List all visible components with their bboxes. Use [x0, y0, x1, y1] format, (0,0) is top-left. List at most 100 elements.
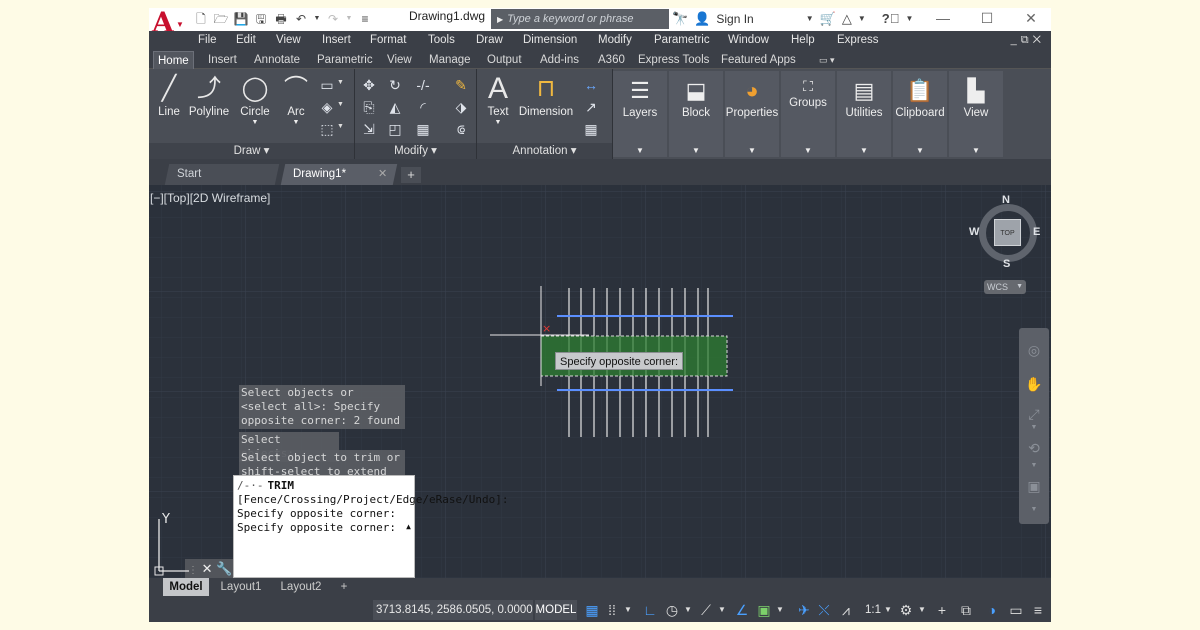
drawing-viewport[interactable]: × [−][Top][2D Wireframe] Specify opposit… [149, 185, 1051, 578]
isolate-objects-icon[interactable]: ⧉ [957, 601, 975, 619]
stretch-icon[interactable]: ⇲ [359, 119, 379, 139]
chevron-down-icon[interactable]: ▼ [337, 101, 344, 108]
chevron-down-icon[interactable]: ▼ [337, 123, 344, 130]
array-icon[interactable]: ▦ [413, 119, 433, 139]
redo-icon[interactable]: ↷ [325, 11, 341, 27]
close-icon[interactable]: ✕ [202, 561, 213, 576]
chevron-down-icon[interactable]: ▼ [717, 601, 727, 619]
hardware-acceleration-icon[interactable]: ◑ [983, 601, 1001, 619]
linear-dim-icon[interactable]: ↔ [581, 75, 601, 95]
wcs-menu-button[interactable]: WCS ▼ [984, 280, 1026, 294]
menu-format[interactable]: Format [370, 31, 406, 49]
annotation-visibility-icon[interactable]: ✈ [795, 601, 813, 619]
customize-qat-icon[interactable]: ≡ [357, 11, 373, 27]
menu-insert[interactable]: Insert [322, 31, 351, 49]
trim-icon[interactable]: -/- [413, 75, 433, 95]
arc-tool[interactable]: ⌒ Arc ▼ [279, 73, 313, 126]
chevron-down-icon[interactable]: ▼ [917, 601, 927, 619]
menu-tools[interactable]: Tools [428, 31, 455, 49]
undo-dropdown-icon[interactable]: ▼ [313, 11, 321, 27]
document-window-controls[interactable]: _⧉✕ [1011, 31, 1045, 49]
chevron-down-icon[interactable]: ▼ [1023, 424, 1045, 431]
menu-view[interactable]: View [276, 31, 301, 49]
snap-mode-icon[interactable]: ⁞⁞ [603, 601, 621, 619]
groups-group[interactable]: ⛶ Groups ▼ [781, 71, 835, 157]
menu-window[interactable]: Window [728, 31, 769, 49]
auto-scale-icon[interactable]: ⤬ [815, 601, 833, 619]
menu-modify[interactable]: Modify [598, 31, 632, 49]
modify-panel-title[interactable]: Modify ▾ [355, 143, 476, 159]
chevron-down-icon[interactable]: ▼ [1023, 506, 1045, 513]
cart-icon[interactable]: 🛒 [820, 8, 836, 30]
menu-file[interactable]: File [198, 31, 217, 49]
tab-insert[interactable]: Insert [208, 51, 237, 69]
layout-tab-layout1[interactable]: Layout1 [215, 578, 267, 596]
polyline-tool[interactable]: ⤴ Polyline [187, 73, 231, 119]
annotation-scale-value[interactable]: 1:1 [865, 601, 881, 619]
dimension-tool[interactable]: ⊓ Dimension [517, 73, 575, 119]
redo-dropdown-icon[interactable]: ▼ [345, 11, 353, 27]
line-tool[interactable]: ╱ Line [155, 73, 183, 119]
pan-icon[interactable]: ✋ [1023, 376, 1045, 393]
clipboard-group[interactable]: 📋 Clipboard ▼ [893, 71, 947, 157]
new-tab-button[interactable]: + [401, 167, 421, 183]
print-icon[interactable]: 🖶 [273, 11, 289, 27]
rectangle-icon[interactable]: ▭ [317, 75, 337, 95]
leader-icon[interactable]: ↗ [581, 97, 601, 117]
mirror-icon[interactable]: ◭ [385, 97, 405, 117]
workspace-gear-icon[interactable]: ⚙ [897, 601, 915, 619]
caret-up-icon[interactable]: ▲ [406, 520, 411, 534]
layers-group[interactable]: ☰ Layers ▼ [613, 71, 667, 157]
object-snap-icon[interactable]: ▣ [755, 601, 773, 619]
tab-express-tools[interactable]: Express Tools [638, 51, 709, 69]
grid-display-icon[interactable]: ▦ [583, 601, 601, 619]
circle-tool[interactable]: ◯ Circle ▼ [237, 73, 273, 126]
file-tab-drawing1[interactable]: Drawing1* ✕ [280, 164, 398, 185]
open-icon[interactable]: 🗁 [213, 11, 229, 27]
model-space-button[interactable]: MODEL [535, 600, 577, 620]
maximize-button[interactable]: ☐ [967, 8, 1007, 30]
isodraft-icon[interactable]: ⟋ [697, 601, 715, 619]
tab-annotate[interactable]: Annotate [254, 51, 300, 69]
chevron-down-icon[interactable]: ▼ [775, 601, 785, 619]
tab-a360[interactable]: A360 [598, 51, 625, 69]
compass-east[interactable]: E [1033, 226, 1040, 238]
tab-view[interactable]: View [387, 51, 412, 69]
steering-wheel-icon[interactable]: ◎ [1023, 342, 1045, 359]
chevron-down-icon[interactable]: ▼ [806, 8, 814, 30]
draw-panel-title[interactable]: Draw ▾ [149, 143, 354, 159]
chevron-down-icon[interactable]: ▼ [883, 601, 893, 619]
text-tool[interactable]: A Text ▼ [483, 73, 513, 127]
binoculars-icon[interactable]: 🔭 [672, 8, 688, 30]
customization-menu-icon[interactable]: ≡ [1029, 601, 1047, 619]
tab-home[interactable]: Home [153, 51, 194, 69]
new-icon[interactable]: 🗋 [193, 11, 209, 27]
viewport-controls-label[interactable]: [−][Top][2D Wireframe] [150, 191, 270, 205]
move-icon[interactable]: ✥ [359, 75, 379, 95]
tab-manage[interactable]: Manage [429, 51, 471, 69]
menu-parametric[interactable]: Parametric [654, 31, 710, 49]
annotation-scale-icon[interactable]: ⩘ [837, 601, 855, 619]
viewcube-top-face[interactable]: TOP [994, 219, 1021, 246]
tab-parametric[interactable]: Parametric [317, 51, 373, 69]
layout-tab-model[interactable]: Model [163, 578, 209, 596]
chevron-down-icon[interactable]: ▼ [905, 8, 913, 30]
view-group[interactable]: ▙ View ▼ [949, 71, 1003, 157]
fillet-icon[interactable]: ◜ [413, 97, 433, 117]
clean-screen-icon[interactable]: ▭ [1007, 601, 1025, 619]
properties-group[interactable]: ◕ Properties ▼ [725, 71, 779, 157]
zoom-extents-icon[interactable]: ⤢ [1023, 406, 1045, 423]
hatch-icon[interactable]: ◈ [317, 97, 337, 117]
chevron-down-icon[interactable]: ▼ [623, 601, 633, 619]
menu-edit[interactable]: Edit [236, 31, 256, 49]
viewcube[interactable]: TOP N S E W [969, 194, 1045, 272]
menu-draw[interactable]: Draw [476, 31, 503, 49]
copy-icon[interactable]: ⎘ [359, 97, 379, 117]
save-as-icon[interactable]: 🖫 [253, 11, 269, 27]
sign-in-link[interactable]: Sign In [716, 8, 753, 30]
file-tab-start[interactable]: Start [164, 164, 280, 185]
compass-north[interactable]: N [1002, 194, 1010, 206]
minimize-button[interactable]: — [923, 8, 963, 30]
help-icon[interactable]: ?⃝ [882, 8, 900, 30]
close-window-button[interactable]: ✕ [1011, 8, 1051, 30]
